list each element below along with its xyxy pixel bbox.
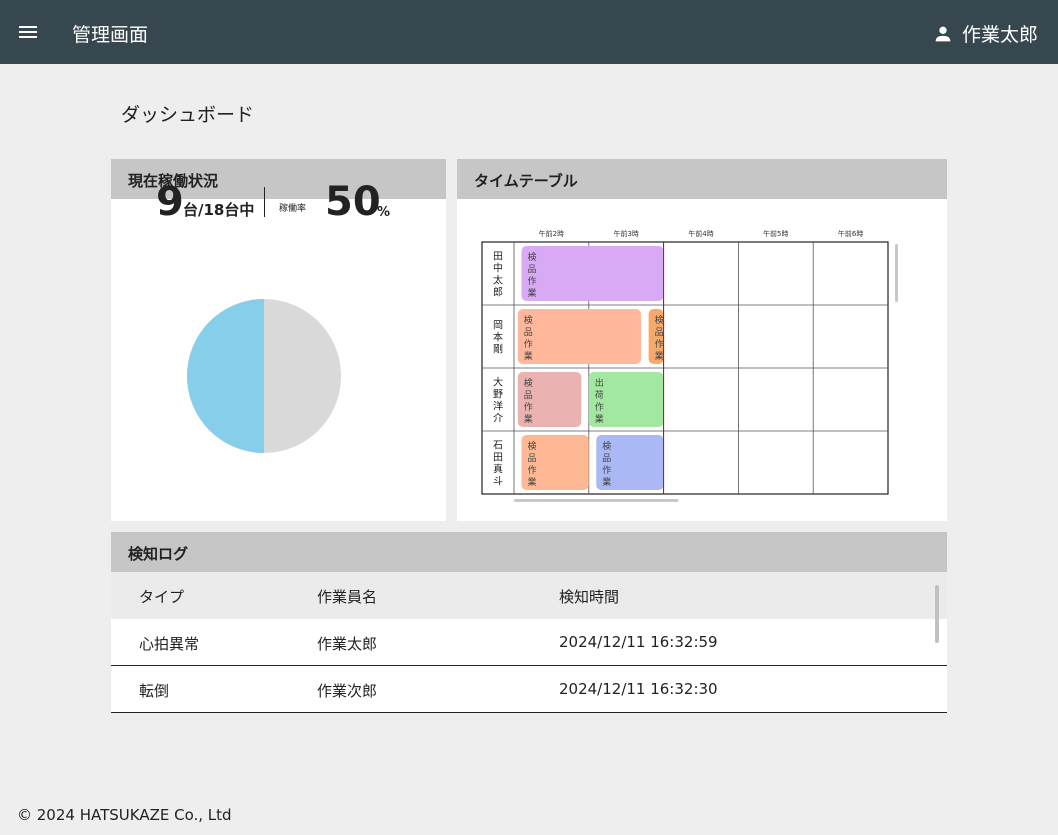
log-col-type: タイプ (139, 588, 185, 606)
timetable-card: タイムテーブル 午前2時 午前3時 午前4時 午前5時 午前6時田中太郎岡本剛大野洋介石… (457, 159, 947, 521)
active-count: 9 (156, 179, 184, 225)
log-card: 検知ログ タイプ 作業員名 検知時間 心拍異常 作業太郎 2024/12/11 … (111, 532, 947, 713)
menu-icon[interactable] (14, 18, 42, 46)
stat-divider (264, 187, 265, 217)
table-row[interactable]: 心拍異常 作業太郎 2024/12/11 16:32:59 (111, 619, 947, 666)
status-pie-chart (187, 299, 341, 453)
user-menu[interactable]: 作業太郎 (932, 20, 1038, 47)
active-count-suffix: 台/18台中 (183, 201, 255, 219)
stat-row: 9 台/18台中 稼働率 50 % (111, 179, 446, 239)
pie-slice-active (187, 299, 264, 453)
task-block[interactable]: 検品作業 (521, 246, 664, 301)
log-type: 転倒 (139, 682, 170, 700)
timetable-card-heading: タイムテーブル (457, 159, 947, 199)
rate-label: 稼働率 (279, 204, 307, 214)
timetable-horizontal-scrollbar[interactable] (514, 499, 679, 502)
app-title: 管理画面 (72, 24, 149, 46)
worker-name: 岡本剛 (493, 320, 503, 356)
timetable-vertical-scrollbar[interactable] (895, 244, 898, 302)
log-scrollbar[interactable] (935, 585, 939, 643)
worker-name: 大野洋介 (493, 376, 503, 425)
log-time: 2024/12/11 16:32:30 (559, 680, 718, 698)
hour-label: 午前4時 (688, 229, 713, 238)
page-title: ダッシュボード (121, 104, 255, 126)
log-table-header: タイプ 作業員名 検知時間 (111, 572, 947, 619)
status-card: 現在稼働状況 9 台/18台中 稼働率 50 % (111, 159, 446, 521)
log-col-time: 検知時間 (559, 588, 620, 606)
task-block[interactable]: 検品作業 (517, 372, 582, 427)
person-icon (935, 26, 951, 41)
hour-label: 午前5時 (763, 229, 788, 238)
log-time: 2024/12/11 16:32:59 (559, 633, 718, 651)
rate-value: 50 (325, 179, 381, 225)
footer-copyright: © 2024 HATSUKAZE Co., Ltd (17, 806, 232, 824)
app-bar: 管理画面 作業太郎 (0, 0, 1058, 64)
task-block[interactable]: 検品作業 (648, 309, 664, 364)
log-worker: 作業太郎 (317, 635, 378, 653)
hour-label: 午前6時 (838, 229, 863, 238)
log-card-heading: 検知ログ (111, 532, 947, 572)
worker-name: 田中太郎 (493, 252, 503, 299)
task-block[interactable]: 検品作業 (521, 435, 589, 490)
task-block[interactable]: 検品作業 (517, 309, 642, 364)
log-col-worker: 作業員名 (317, 588, 378, 606)
rate-unit: % (377, 205, 391, 220)
task-block[interactable]: 検品作業 (596, 435, 664, 490)
table-row[interactable]: 転倒 作業次郎 2024/12/11 16:32:30 (111, 666, 947, 713)
log-type: 心拍異常 (139, 635, 200, 653)
worker-name: 石田真斗 (493, 441, 503, 488)
log-worker: 作業次郎 (317, 682, 378, 700)
user-name: 作業太郎 (961, 24, 1038, 46)
task-block[interactable]: 出荷作業 (588, 372, 664, 427)
timetable-grid: 午前2時 午前3時 午前4時 午前5時 午前6時田中太郎岡本剛大野洋介石田真斗検品作業検… (481, 229, 898, 502)
hour-label: 午前2時 (539, 229, 564, 238)
hour-label: 午前3時 (613, 229, 638, 238)
